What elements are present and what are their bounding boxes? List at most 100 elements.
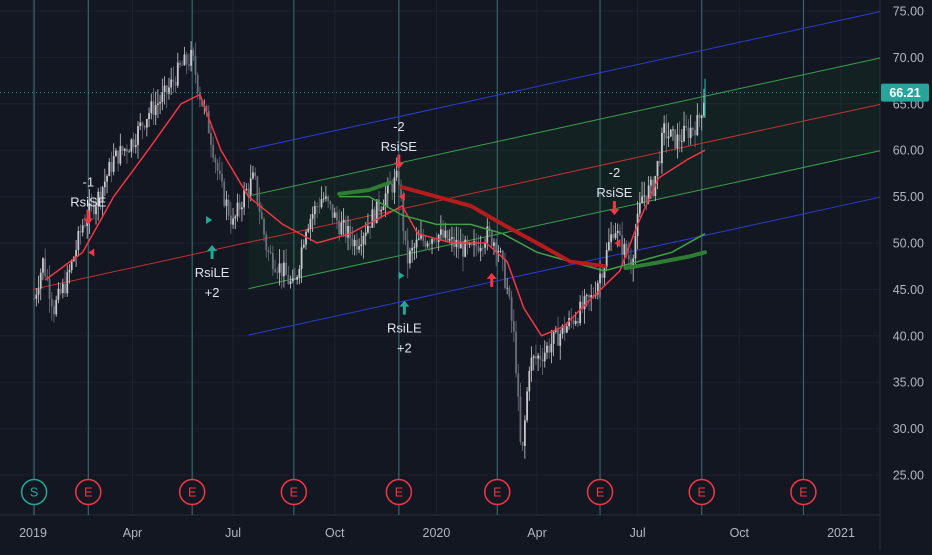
candle-body — [583, 296, 586, 310]
buy-arrow-icon — [486, 272, 497, 287]
candle-body — [411, 248, 414, 251]
candle-body — [117, 150, 120, 164]
candle-body — [426, 243, 429, 247]
candle-body — [409, 250, 411, 264]
signal-label: RsiSE — [70, 194, 106, 209]
candle-body — [607, 242, 610, 251]
y-tick-label: 30.00 — [893, 422, 924, 436]
candle-body — [298, 268, 301, 277]
earnings-marker[interactable]: E — [688, 478, 715, 506]
buy-marker-icon — [398, 271, 405, 280]
x-tick-label: 2019 — [19, 526, 47, 540]
candle-body — [194, 55, 197, 76]
candle-body — [254, 172, 257, 177]
candle-body — [371, 209, 374, 228]
candle-body — [327, 196, 330, 202]
candle-body — [265, 234, 268, 250]
candle-body — [64, 283, 66, 294]
candle-body — [539, 355, 542, 360]
candle-body — [141, 122, 144, 126]
candlestick-chart[interactable]: -1 RsiSE RsiLE +2 -2 RsiSE RsiLE +2 -2 RsiSE S E E E… — [0, 0, 932, 550]
candle-body — [331, 204, 334, 218]
candle-body — [187, 64, 190, 66]
candle-body — [546, 345, 548, 353]
candle-body — [627, 254, 630, 260]
candle-body — [479, 247, 482, 252]
candle-body — [274, 269, 276, 272]
candle-body — [665, 123, 668, 139]
earnings-marker[interactable]: E — [586, 478, 614, 506]
candle-body — [601, 273, 604, 278]
candle-body — [669, 129, 672, 137]
candle-body — [493, 242, 495, 247]
candle-body — [322, 198, 325, 200]
candle-body — [700, 115, 703, 119]
signal-label: RsiSE — [596, 185, 632, 200]
candle-body — [218, 170, 221, 174]
candle-body — [519, 396, 522, 443]
candle-body — [678, 134, 681, 142]
candle-body — [367, 225, 369, 233]
buy-marker-icon — [206, 216, 213, 224]
candle-body — [528, 370, 531, 392]
candle-body — [535, 356, 537, 359]
earnings-marker[interactable]: E — [483, 478, 511, 506]
event-label: E — [799, 486, 807, 500]
candle-body — [159, 102, 162, 104]
candle-body — [152, 101, 155, 116]
candle-body — [424, 240, 427, 247]
candle-body — [307, 228, 310, 232]
candle-body — [165, 85, 168, 94]
candle-body — [532, 356, 535, 358]
earnings-marker[interactable]: E — [790, 478, 817, 506]
candle-body — [364, 232, 367, 236]
candle-body — [150, 101, 153, 114]
earnings-marker[interactable]: E — [280, 478, 308, 506]
candle-body — [577, 320, 579, 324]
candle-body — [320, 199, 323, 208]
candle-body — [79, 231, 82, 233]
candle-body — [216, 162, 219, 171]
candle-body — [689, 127, 692, 138]
candle-body — [508, 287, 511, 297]
candle-body — [236, 202, 239, 217]
candle-body — [444, 230, 447, 238]
x-tick-label: Jul — [630, 526, 646, 540]
last-price-label: 66.21 — [889, 86, 920, 100]
earnings-marker[interactable]: E — [385, 478, 413, 506]
split-marker[interactable]: S — [20, 478, 48, 506]
candle-body — [176, 62, 179, 86]
candle-body — [37, 288, 40, 295]
candle-body — [161, 92, 164, 103]
candle-body — [103, 181, 106, 188]
candle-body — [119, 146, 122, 164]
candle-body — [225, 199, 228, 206]
candle-body — [132, 139, 135, 147]
candle-body — [271, 252, 274, 270]
y-tick-label: 75.00 — [893, 5, 924, 19]
candle-body — [70, 261, 73, 271]
candle-body — [318, 206, 321, 208]
candle-body — [435, 241, 438, 243]
candle-body — [123, 148, 126, 151]
candle-body — [603, 266, 606, 278]
candle-body — [481, 247, 484, 249]
y-tick-label: 40.00 — [893, 329, 924, 343]
candle-body — [77, 231, 80, 251]
candle-body — [451, 237, 453, 239]
candle-body — [391, 183, 394, 193]
candle-body — [338, 220, 341, 235]
earnings-marker[interactable]: E — [178, 478, 206, 506]
x-axis: 2019 Apr Jul Oct 2020 Apr Jul Oct 2021 — [19, 526, 855, 540]
candle-body — [260, 212, 263, 220]
x-tick-label: 2020 — [423, 526, 451, 540]
candle-body — [510, 296, 513, 322]
candle-body — [674, 129, 677, 149]
candle-body — [252, 172, 254, 179]
candle-body — [134, 144, 137, 147]
earnings-marker[interactable]: E — [75, 478, 102, 506]
y-tick-label: 55.00 — [893, 190, 924, 204]
candle-body — [661, 132, 663, 164]
signal-up-4 — [486, 272, 497, 287]
candle-body — [439, 229, 442, 235]
